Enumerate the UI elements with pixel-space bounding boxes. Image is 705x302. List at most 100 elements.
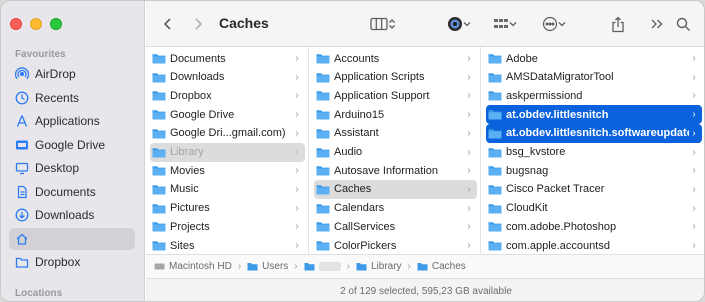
folder-row[interactable]: Audio › (314, 143, 477, 162)
folder-name: Cisco Packet Tracer (506, 183, 605, 196)
chevron-right-icon: › (692, 165, 696, 177)
sidebar-item-applications[interactable]: Applications (9, 110, 135, 132)
sidebar-item-dropbox[interactable]: Dropbox (9, 251, 135, 273)
folder-row[interactable]: Google Drive › (150, 105, 305, 124)
finder-window: Favourites AirDrop Recents Applications … (0, 0, 705, 302)
favourites-heading: Favourites (15, 49, 66, 60)
minimize-button[interactable] (30, 18, 42, 30)
group-by-button[interactable] (490, 13, 520, 35)
chevron-right-icon: › (295, 183, 299, 195)
folder-row[interactable]: Music › (150, 180, 305, 199)
folder-row[interactable]: Cisco Packet Tracer › (486, 180, 702, 199)
column-home[interactable]: Documents › Downloads › Dropbox › Google Drive… (146, 47, 309, 254)
folder-row[interactable]: Arduino15 › (314, 105, 477, 124)
folder-row[interactable]: com.adobe.Photoshop › (486, 217, 702, 236)
search-button[interactable] (674, 13, 692, 35)
folder-row[interactable]: ColorPickers › (314, 236, 477, 254)
action-menu-button[interactable] (538, 13, 570, 35)
chevron-right-icon: › (295, 165, 299, 177)
column-browser: Documents › Downloads › Dropbox › Google Drive… (146, 47, 704, 254)
preview-button[interactable] (444, 13, 474, 35)
folder-row[interactable]: Library › (150, 142, 305, 162)
folder-row[interactable]: Documents › (150, 49, 305, 68)
path-crumb-disk[interactable]: Macintosh HD › (154, 261, 247, 272)
folder-row[interactable]: askpermissiond › (486, 86, 702, 105)
folder-row[interactable]: com.apple.accountsd › (486, 236, 702, 254)
folder-icon (316, 128, 330, 139)
folder-row[interactable]: Sites › (150, 236, 305, 254)
redacted-username (318, 262, 341, 271)
path-crumb-library[interactable]: Library › (356, 261, 417, 272)
folder-row[interactable]: Movies › (150, 161, 305, 180)
folder-row[interactable]: CloudKit › (486, 199, 702, 218)
applications-icon (15, 114, 29, 128)
sidebar-item-home[interactable] (9, 228, 135, 250)
folder-row[interactable]: Pictures › (150, 199, 305, 218)
folder-name: com.adobe.Photoshop (506, 220, 617, 233)
folder-row[interactable]: at.obdev.littlesnitch › (486, 105, 702, 125)
column-caches[interactable]: Adobe › AMSDataMigratorTool › askpermissiond… (482, 47, 704, 254)
back-button[interactable] (160, 13, 176, 35)
folder-row[interactable]: Calendars › (314, 199, 477, 218)
folder-icon (152, 53, 166, 64)
chevron-right-icon: › (295, 146, 299, 158)
chevron-right-icon: › (692, 109, 696, 121)
zoom-button[interactable] (50, 18, 62, 30)
path-crumb-users[interactable]: Users › (247, 261, 303, 272)
folder-row[interactable]: Autosave Information › (314, 161, 477, 180)
folder-name: Music (170, 183, 199, 196)
folder-row[interactable]: Downloads › (150, 68, 305, 87)
folder-name: Application Scripts (334, 71, 425, 84)
folder-row[interactable]: Application Support › (314, 86, 477, 105)
close-button[interactable] (10, 18, 22, 30)
folder-icon (488, 240, 502, 251)
document-icon (15, 185, 29, 199)
folder-name: AMSDataMigratorTool (506, 71, 614, 84)
folder-row[interactable]: Caches › (314, 179, 477, 199)
sidebar-item-google-drive[interactable]: Google Drive (9, 134, 135, 156)
column-library[interactable]: Accounts › Application Scripts › Application… (310, 47, 481, 254)
folder-icon (488, 165, 502, 176)
folder-row[interactable]: at.obdev.littlesnitch.softwareupdate › (486, 123, 702, 143)
folder-row[interactable]: Application Scripts › (314, 68, 477, 87)
folder-row[interactable]: bugsnag › (486, 161, 702, 180)
chevron-right-icon: › (295, 127, 299, 139)
folder-icon (152, 184, 166, 195)
folder-row[interactable]: Dropbox › (150, 86, 305, 105)
folder-row[interactable]: CallServices › (314, 217, 477, 236)
folder-row[interactable]: Accounts › (314, 49, 477, 68)
folder-icon (356, 262, 367, 271)
sidebar-item-recents[interactable]: Recents (9, 87, 135, 109)
folder-name: bsg_kvstore (506, 146, 566, 158)
folder-row[interactable]: AMSDataMigratorTool › (486, 68, 702, 87)
sidebar-item-downloads[interactable]: Downloads (9, 204, 135, 226)
chevron-right-icon: › (467, 109, 471, 121)
folder-row[interactable]: Assistant › (314, 124, 477, 143)
view-mode-button[interactable] (366, 13, 400, 35)
path-crumb-label: Caches (431, 261, 466, 272)
disk-icon (154, 262, 165, 271)
folder-row[interactable]: Adobe › (486, 49, 702, 68)
chevron-right-icon: › (295, 53, 299, 64)
folder-name: Pictures (170, 202, 210, 215)
path-crumb-caches[interactable]: Caches (417, 261, 466, 272)
sidebar-item-airdrop[interactable]: AirDrop (9, 63, 135, 85)
chevron-down-icon (463, 21, 471, 27)
chevron-right-icon: › (692, 183, 696, 195)
path-separator: › (294, 261, 298, 272)
folder-icon (316, 184, 330, 195)
folder-icon (488, 72, 502, 83)
chevron-right-icon: › (295, 221, 299, 233)
chevron-right-icon: › (692, 146, 696, 158)
sidebar-item-documents[interactable]: Documents (9, 181, 135, 203)
folder-row[interactable]: bsg_kvstore › (486, 143, 702, 162)
folder-row[interactable]: Projects › (150, 217, 305, 236)
forward-button[interactable] (190, 13, 206, 35)
more-toolbar-button[interactable] (648, 13, 666, 35)
share-button[interactable] (609, 13, 627, 35)
sidebar-item-desktop[interactable]: Desktop (9, 157, 135, 179)
folder-name: Projects (170, 220, 210, 233)
sidebar-item-label: Desktop (35, 161, 80, 175)
path-crumb-user-home[interactable]: › (304, 261, 356, 272)
folder-row[interactable]: Google Dri...gmail.com) › (150, 124, 305, 143)
